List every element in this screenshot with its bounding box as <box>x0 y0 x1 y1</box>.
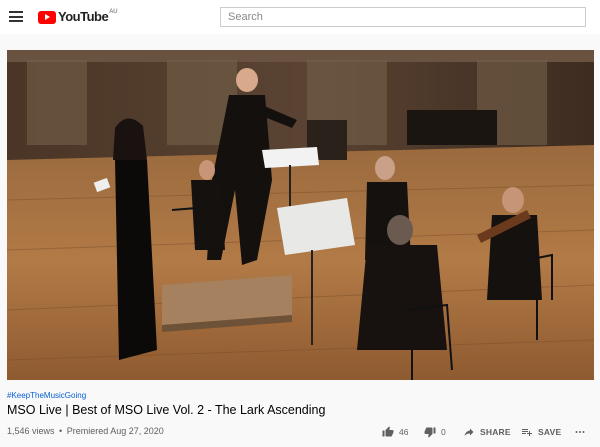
video-player[interactable] <box>7 50 594 380</box>
dislike-count: 0 <box>441 427 446 437</box>
more-horizontal-icon <box>575 431 585 433</box>
save-label: SAVE <box>538 427 562 437</box>
video-frame <box>7 50 594 380</box>
logo-region: AU <box>109 9 118 15</box>
share-label: SHARE <box>480 427 511 437</box>
share-arrow-icon <box>464 428 474 436</box>
thumbs-down-icon <box>424 427 436 438</box>
dislike-button[interactable]: 0 <box>424 425 446 439</box>
like-button[interactable]: 46 <box>382 425 408 439</box>
masthead: YouTube AU <box>0 0 600 34</box>
thumbs-up-icon <box>382 426 394 437</box>
hashtag-link[interactable]: #KeepTheMusicGoing <box>7 391 86 400</box>
youtube-logo[interactable]: YouTube AU <box>38 9 118 25</box>
add-to-playlist-icon <box>522 429 532 436</box>
save-button[interactable]: SAVE <box>521 425 561 439</box>
youtube-play-icon <box>38 10 56 24</box>
video-title: MSO Live | Best of MSO Live Vol. 2 - The… <box>7 403 326 417</box>
action-bar: 46 0 SHARE SAVE <box>0 425 600 439</box>
search-input[interactable] <box>221 8 585 26</box>
share-button[interactable]: SHARE <box>463 425 511 439</box>
more-actions-button[interactable] <box>574 425 591 439</box>
like-count: 46 <box>399 427 409 437</box>
search-box[interactable] <box>220 7 586 27</box>
hamburger-menu-icon[interactable] <box>9 11 23 22</box>
logo-text: YouTube <box>58 9 109 24</box>
